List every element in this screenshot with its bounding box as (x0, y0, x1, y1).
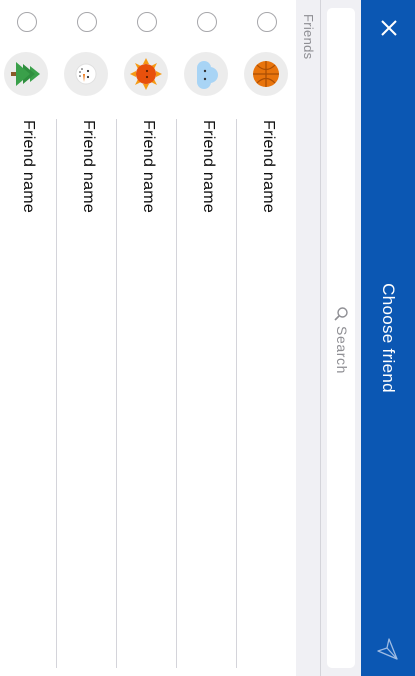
search-icon (333, 306, 349, 322)
page-title: Choose friend (379, 283, 398, 393)
tree-icon (4, 52, 48, 96)
section-label: Friends (301, 14, 316, 60)
basketball-icon (244, 52, 288, 96)
friend-row[interactable]: Friend name (0, 0, 56, 676)
select-radio[interactable] (197, 12, 217, 32)
friend-name: Friend name (80, 120, 97, 214)
cloud-icon (184, 52, 228, 96)
rotated-screen: Choose friend Search Friends Friend name… (0, 0, 415, 676)
snowman-icon (64, 52, 108, 96)
friend-name: Friend name (200, 120, 217, 214)
select-radio[interactable] (77, 12, 97, 32)
send-icon[interactable] (375, 636, 401, 662)
friend-list: Friend name Friend name Friend name Frie… (0, 0, 296, 676)
select-radio[interactable] (137, 12, 157, 32)
friend-row[interactable]: Friend name (236, 0, 296, 676)
divider (116, 119, 117, 668)
section-header: Friends (296, 0, 320, 676)
divider (56, 119, 57, 668)
sun-icon (124, 52, 168, 96)
friend-name: Friend name (140, 120, 157, 214)
divider (176, 119, 177, 668)
select-radio[interactable] (17, 12, 37, 32)
search-placeholder: Search (334, 326, 350, 374)
search-input[interactable]: Search (327, 8, 355, 668)
search-bar: Search (320, 0, 361, 676)
friend-row[interactable]: Friend name (116, 0, 176, 676)
friend-row[interactable]: Friend name (56, 0, 116, 676)
app-bar: Choose friend (361, 0, 415, 676)
friend-name: Friend name (260, 120, 277, 214)
friend-row[interactable]: Friend name (176, 0, 236, 676)
divider (236, 119, 237, 668)
select-radio[interactable] (257, 12, 277, 32)
friend-name: Friend name (20, 120, 37, 214)
